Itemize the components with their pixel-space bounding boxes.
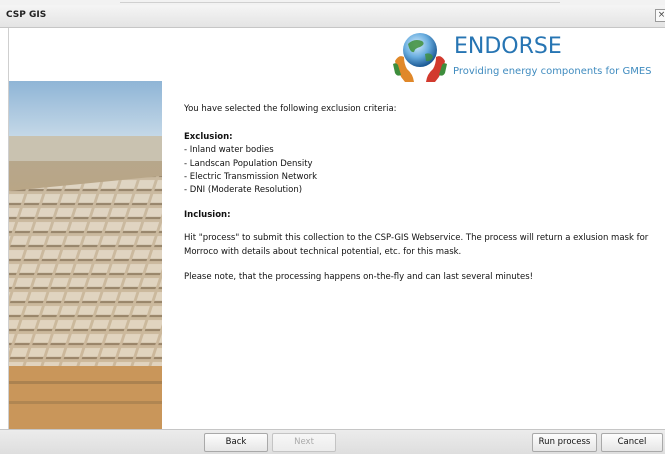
intro-text: You have selected the following exclusio… bbox=[184, 104, 397, 114]
info-text: You have selected the following exclusio… bbox=[184, 103, 664, 284]
note-text: Please note, that the processing happens… bbox=[184, 271, 534, 282]
next-button[interactable]: Next bbox=[272, 433, 336, 452]
window-titlebar[interactable]: CSP GIS × bbox=[0, 5, 665, 28]
window-title: CSP GIS bbox=[6, 10, 47, 20]
dialog-content: ENDORSE Providing energy components for … bbox=[8, 28, 665, 429]
solar-plant-photo bbox=[9, 81, 162, 429]
top-divider bbox=[120, 2, 560, 3]
cancel-button[interactable]: Cancel bbox=[601, 433, 663, 452]
close-button[interactable]: × bbox=[655, 9, 665, 22]
exclusion-list: - Inland water bodies - Landscan Populat… bbox=[184, 144, 664, 197]
close-icon: × bbox=[657, 10, 665, 20]
logo-name: ENDORSE bbox=[454, 34, 562, 59]
list-item: - DNI (Moderate Resolution) bbox=[184, 185, 303, 196]
inclusion-heading: Inclusion: bbox=[184, 210, 231, 221]
back-button[interactable]: Back bbox=[204, 433, 268, 452]
list-item: - Landscan Population Density bbox=[184, 158, 313, 169]
run-process-button[interactable]: Run process bbox=[532, 433, 597, 452]
exclusion-heading: Exclusion: bbox=[184, 132, 233, 143]
process-text: Hit "process" to submit this collection … bbox=[184, 233, 649, 257]
button-bar: Back Next Run process Cancel bbox=[0, 429, 665, 454]
globe-hands-icon bbox=[393, 33, 447, 82]
logo-tagline: Providing energy components for GMES bbox=[453, 66, 652, 77]
list-item: - Inland water bodies bbox=[184, 145, 274, 156]
list-item: - Electric Transmission Network bbox=[184, 171, 318, 182]
